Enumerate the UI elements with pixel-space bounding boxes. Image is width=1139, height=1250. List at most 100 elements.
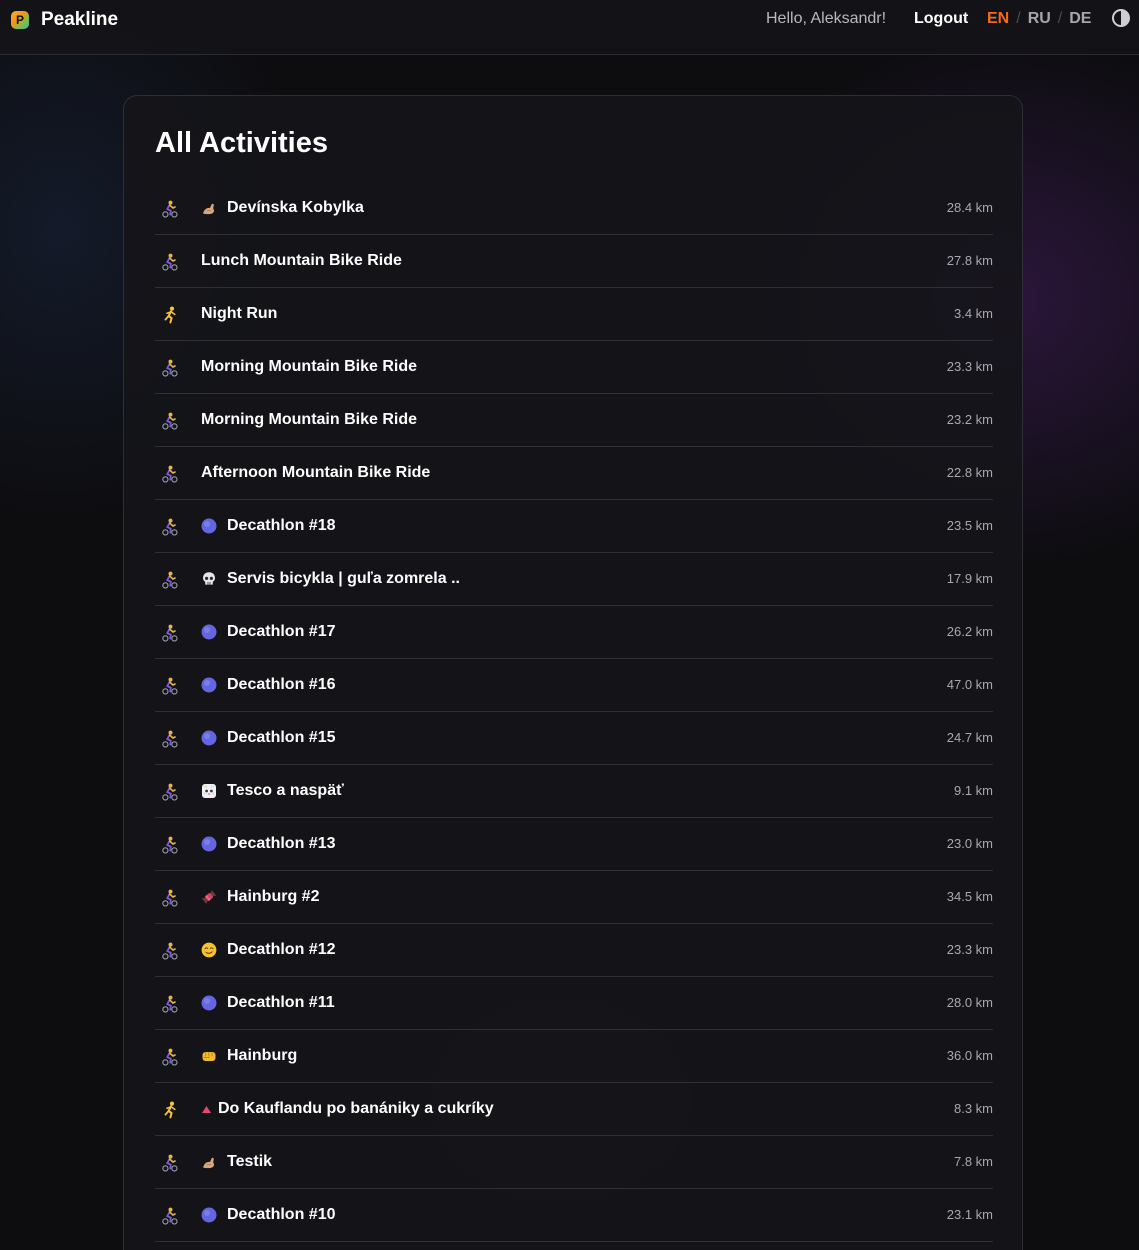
mountain-bike-icon (160, 941, 180, 961)
blue-circle-icon (201, 995, 217, 1011)
activity-name[interactable]: Decathlon #13 (201, 835, 335, 853)
activity-row[interactable]: Tesco a naspäť 9.1 km (155, 765, 993, 818)
language-switcher: EN / RU / DE (987, 10, 1091, 28)
activity-row[interactable]: Decathlon #11 28.0 km (155, 977, 993, 1030)
activity-distance: 26.2 km (946, 624, 993, 639)
activity-name[interactable]: Decathlon #17 (201, 623, 335, 641)
activity-name[interactable]: Decathlon #18 (201, 517, 335, 535)
activity-title: Night Run (201, 305, 278, 322)
activity-row[interactable]: Decathlon #13 23.0 km (155, 818, 993, 871)
activity-name[interactable]: Morning Mountain Bike Ride (201, 411, 417, 429)
mountain-bike-icon (160, 411, 180, 431)
peakline-logo-icon: P (11, 11, 29, 29)
blue-circle-icon (201, 624, 217, 640)
activity-distance: 27.8 km (946, 253, 993, 268)
activity-name[interactable]: Do Kauflandu po banániky a cukríky (201, 1100, 494, 1118)
lang-ru-link[interactable]: RU (1028, 10, 1051, 28)
activity-row[interactable]: Devínska Kobylka 28.4 km (155, 182, 993, 235)
activity-name[interactable]: Decathlon #10 (201, 1206, 335, 1224)
mountain-bike-icon (160, 676, 180, 696)
activity-distance: 17.9 km (946, 571, 993, 586)
activity-row[interactable]: Lunch Mountain Bike Ride 27.8 km (155, 235, 993, 288)
activity-row[interactable]: Afternoon Mountain Bike Ride 22.8 km (155, 447, 993, 500)
activity-row[interactable]: Decathlon #10 23.1 km (155, 1189, 993, 1242)
activity-name[interactable]: Hainburg #2 (201, 888, 319, 906)
page-title: All Activities (155, 127, 328, 159)
activity-row[interactable]: Morning Mountain Bike Ride 23.3 km (155, 341, 993, 394)
activity-row[interactable]: Morning Mountain Bike Ride 23.2 km (155, 394, 993, 447)
activity-title: Hainburg #2 (227, 888, 320, 905)
blue-circle-icon (201, 836, 217, 852)
activity-distance: 9.1 km (953, 783, 993, 798)
activity-distance: 23.2 km (946, 412, 993, 427)
activity-title: Decathlon #12 (227, 941, 336, 958)
activity-row[interactable]: Hainburg 36.0 km (155, 1030, 993, 1083)
brand[interactable]: P Peakline (11, 9, 118, 31)
activity-title: Decathlon #11 (227, 994, 335, 1011)
activity-row[interactable]: Decathlon #17 26.2 km (155, 606, 993, 659)
mountain-bike-icon (160, 729, 180, 749)
activity-row[interactable]: Night Run 3.4 km (155, 288, 993, 341)
activity-title: Decathlon #15 (227, 729, 336, 746)
activity-list: Devínska Kobylka 28.4 km Lunch Mountain Bi… (155, 182, 993, 1242)
activity-name[interactable]: Decathlon #16 (201, 676, 335, 694)
lang-de-link[interactable]: DE (1069, 10, 1091, 28)
run-icon (160, 305, 180, 325)
lang-en-link[interactable]: EN (987, 10, 1009, 28)
activity-name[interactable]: Decathlon #15 (201, 729, 335, 747)
mountain-bike-icon (160, 1153, 180, 1173)
activity-row[interactable]: Testik 7.8 km (155, 1136, 993, 1189)
activity-name[interactable]: Afternoon Mountain Bike Ride (201, 464, 430, 482)
activity-distance: 23.3 km (946, 359, 993, 374)
activity-name[interactable]: Devínska Kobylka (201, 199, 364, 217)
activity-title: Afternoon Mountain Bike Ride (201, 464, 431, 481)
activity-distance: 23.0 km (946, 836, 993, 851)
activity-distance: 23.1 km (946, 1207, 993, 1222)
smirk-face-icon (201, 942, 217, 958)
flexed-arm-icon (201, 1154, 217, 1170)
mountain-bike-icon (160, 835, 180, 855)
activity-name[interactable]: Morning Mountain Bike Ride (201, 358, 417, 376)
activity-row[interactable]: Decathlon #16 47.0 km (155, 659, 993, 712)
activity-distance: 3.4 km (953, 306, 993, 321)
activity-name[interactable]: Hainburg (201, 1047, 297, 1065)
lang-separator: / (1057, 10, 1063, 27)
contrast-icon[interactable] (1112, 9, 1130, 27)
activity-row[interactable]: Decathlon #18 23.5 km (155, 500, 993, 553)
activity-row[interactable]: Do Kauflandu po banániky a cukríky 8.3 km (155, 1083, 993, 1136)
logout-button[interactable]: Logout (914, 10, 968, 28)
activity-name[interactable]: Testik (201, 1153, 272, 1171)
mountain-bike-icon (160, 623, 180, 643)
activity-distance: 36.0 km (946, 1048, 993, 1063)
activity-row[interactable]: Servis bicykla | guľa zomrela .. 17.9 km (155, 553, 993, 606)
blue-circle-icon (201, 518, 217, 534)
activity-name[interactable]: Tesco a naspäť (201, 782, 344, 800)
activity-row[interactable]: Hainburg #2 34.5 km (155, 871, 993, 924)
activity-title: Lunch Mountain Bike Ride (201, 252, 402, 269)
cat-face-icon (201, 783, 217, 799)
activity-distance: 24.7 km (946, 730, 993, 745)
fist-icon (201, 1048, 217, 1064)
activity-name[interactable]: Night Run (201, 305, 277, 323)
mountain-bike-icon (160, 464, 180, 484)
activity-row[interactable]: Decathlon #15 24.7 km (155, 712, 993, 765)
activity-name[interactable]: Decathlon #12 (201, 941, 335, 959)
activity-title: Tesco a naspäť (227, 782, 344, 799)
activity-title: Decathlon #16 (227, 676, 336, 693)
activity-title: Do Kauflandu po banániky a cukríky (218, 1100, 494, 1117)
activity-row[interactable]: Decathlon #12 23.3 km (155, 924, 993, 977)
activity-name[interactable]: Lunch Mountain Bike Ride (201, 252, 402, 270)
activity-name[interactable]: Servis bicykla | guľa zomrela .. (201, 570, 460, 588)
activities-card: All Activities Devínska Kobylka 28.4 km Lu… (123, 95, 1023, 1250)
mountain-bike-icon (160, 994, 180, 1014)
activity-distance: 34.5 km (946, 889, 993, 904)
mountain-bike-icon (160, 358, 180, 378)
activity-name[interactable]: Decathlon #11 (201, 994, 335, 1012)
activity-title: Hainburg (227, 1047, 298, 1064)
blue-circle-icon (201, 730, 217, 746)
mountain-bike-icon (160, 199, 180, 219)
activity-distance: 28.0 km (946, 995, 993, 1010)
mountain-bike-icon (160, 888, 180, 908)
mountain-bike-icon (160, 1047, 180, 1067)
activity-title: Servis bicykla | guľa zomrela .. (227, 570, 460, 587)
